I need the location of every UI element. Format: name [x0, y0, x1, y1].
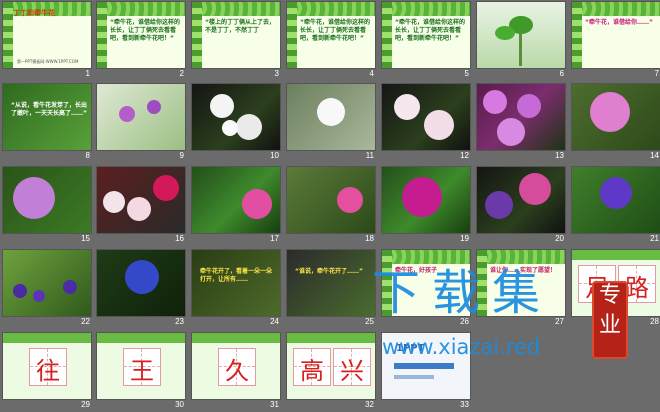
slide-number: 8 — [85, 151, 90, 160]
slide-number: 20 — [555, 234, 564, 243]
slide-thumbnail-25[interactable]: “谁说，牵牛花开了……” 25 — [287, 250, 375, 329]
slide-number: 31 — [270, 400, 279, 409]
slide-number: 5 — [464, 69, 469, 78]
slide-thumbnail-15[interactable]: 15 — [3, 167, 91, 246]
slide-text: “牵牛花，谁借给你这样的长长，让丁丁俩死去看看吧，看到新牵牛花吧！” — [395, 19, 465, 42]
slide-text: “楼上的丁丁俩从上了去，不是丁丁，不然丁丁 — [205, 19, 275, 34]
slide-thumbnail-32[interactable]: 高 兴 32 — [287, 333, 375, 412]
slide-number: 16 — [175, 234, 184, 243]
slide-number: 32 — [365, 400, 374, 409]
slide-number: 10 — [270, 151, 279, 160]
slide-thumbnail-16[interactable]: 16 — [97, 167, 185, 246]
slide-text: “牵牛花，谁借给你……” — [585, 19, 653, 26]
slide-number: 23 — [175, 317, 184, 326]
slide-thumbnail-31[interactable]: 久 31 — [192, 333, 280, 412]
slide-thumbnail-1[interactable]: 丁丁和牵牛花 第一PPT模板网-WWW.1PPT.COM 1 — [3, 2, 91, 81]
slide-footer: 第一PPT模板网-WWW.1PPT.COM — [17, 59, 79, 64]
seal-char: 专 — [598, 283, 621, 308]
slide-number: 30 — [175, 400, 184, 409]
slide-thumbnail-13[interactable]: 13 — [477, 84, 565, 163]
character: 往 — [36, 357, 60, 385]
slide-thumbnail-8[interactable]: “从说，看牛花发芽了，长出了嫩叶，一天天长高了……” 8 — [3, 84, 91, 163]
slide-thumbnail-19[interactable]: 19 — [382, 167, 470, 246]
slide-thumbnail-24[interactable]: 牵牛花开了，看着一朵一朵打开，让所有…… 24 — [192, 250, 280, 329]
character: 兴 — [340, 357, 364, 385]
slide-number: 4 — [369, 69, 374, 78]
slide-thumbnail-10[interactable]: 10 — [192, 84, 280, 163]
slide-number: 6 — [559, 69, 564, 78]
slide-number: 3 — [274, 69, 279, 78]
slide-number: 2 — [179, 69, 184, 78]
slide-number: 17 — [270, 234, 279, 243]
slide-number: 21 — [650, 234, 659, 243]
slide-number: 14 — [650, 151, 659, 160]
slide-text: “牵牛花，谁借给你这样的长长，让丁丁俩死去看看吧，看到新牵牛花吧！” — [300, 19, 370, 42]
slide-title: 丁丁和牵牛花 — [13, 9, 55, 17]
slide-thumbnail-17[interactable]: 17 — [192, 167, 280, 246]
slide-thumbnail-30[interactable]: 王 30 — [97, 333, 185, 412]
slide-text: “谁说，牵牛花开了……” — [295, 268, 363, 275]
slide-thumbnail-21[interactable]: 21 — [572, 167, 660, 246]
slide-number: 28 — [650, 317, 659, 326]
slide-thumbnail-14[interactable]: 14 — [572, 84, 660, 163]
seal-char: 业 — [598, 313, 621, 338]
slide-number: 18 — [365, 234, 374, 243]
slide-number: 11 — [365, 151, 374, 160]
slide-number: 29 — [81, 400, 90, 409]
slide-number: 33 — [460, 400, 469, 409]
slide-thumbnail-20[interactable]: 20 — [477, 167, 565, 246]
character: 高 — [300, 357, 324, 385]
slide-thumbnail-2[interactable]: “牵牛花，谁借给你这样的长长，让丁丁俩死去看看吧，看到新牵牛花吧！” 2 — [97, 2, 185, 81]
slide-number: 13 — [555, 151, 564, 160]
slide-thumbnail-11[interactable]: 11 — [287, 84, 375, 163]
slide-number: 9 — [179, 151, 184, 160]
slide-text: 牵牛花开了，看着一朵一朵打开，让所有…… — [200, 268, 273, 283]
slide-number: 7 — [654, 69, 659, 78]
slide-number: 19 — [460, 234, 469, 243]
slide-thumbnail-23[interactable]: 23 — [97, 250, 185, 329]
character: 久 — [225, 357, 249, 385]
slide-thumbnail-9[interactable]: 9 — [97, 84, 185, 163]
watermark-seal: 专 业 — [592, 281, 628, 359]
character: 王 — [130, 357, 154, 385]
slide-number: 12 — [460, 151, 469, 160]
slide-number: 24 — [270, 317, 279, 326]
slide-thumbnail-29[interactable]: 往 29 — [3, 333, 91, 412]
slide-thumbnail-3[interactable]: “楼上的丁丁俩从上了去，不是丁丁，不然丁丁 3 — [192, 2, 280, 81]
watermark-url: www.xiazai.red — [382, 335, 541, 359]
slide-thumbnail-18[interactable]: 18 — [287, 167, 375, 246]
slide-number: 22 — [81, 317, 90, 326]
slide-thumbnail-4[interactable]: “牵牛花，谁借给你这样的长长，让丁丁俩死去看看吧，看到新牵牛花吧！” 4 — [287, 2, 375, 81]
slide-number: 1 — [85, 69, 90, 78]
slide-thumbnail-5[interactable]: “牵牛花，谁借给你这样的长长，让丁丁俩死去看看吧，看到新牵牛花吧！” 5 — [382, 2, 470, 81]
watermark: 下载集 www.xiazai.red 专 业 — [372, 243, 634, 393]
watermark-title: 下载集 — [372, 265, 553, 321]
slide-thumbnail-22[interactable]: 22 — [3, 250, 91, 329]
slide-text: “牵牛花，谁借给你这样的长长，让丁丁俩死去看看吧，看到新牵牛花吧！” — [110, 19, 180, 42]
slide-thumbnail-7[interactable]: “牵牛花，谁借给你……” 7 — [572, 2, 660, 81]
slide-text: “从说，看牛花发芽了，长出了嫩叶，一天天长高了……” — [11, 102, 87, 117]
slide-thumbnail-6[interactable]: 6 — [477, 2, 565, 81]
slide-thumbnail-12[interactable]: 12 — [382, 84, 470, 163]
slide-number: 15 — [81, 234, 90, 243]
